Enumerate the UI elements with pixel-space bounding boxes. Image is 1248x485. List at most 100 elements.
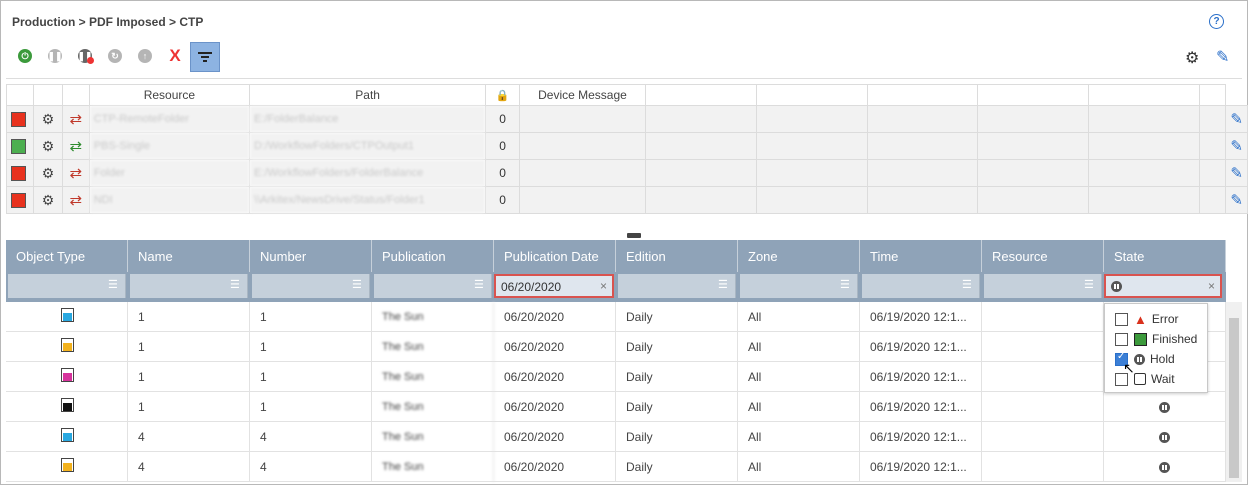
filter-icon[interactable]: ☰ bbox=[1084, 278, 1095, 291]
col-zone[interactable]: Zone bbox=[738, 240, 860, 272]
filter-icon[interactable]: ☰ bbox=[962, 278, 973, 291]
col-name[interactable]: Name bbox=[128, 240, 250, 272]
filter-publication[interactable]: ☰ bbox=[374, 274, 492, 298]
pause-icon: ❚❚ bbox=[47, 49, 63, 63]
warning-icon: ▲ bbox=[1134, 311, 1147, 327]
swap-arrows-icon[interactable]: ⇄ bbox=[61, 132, 90, 160]
resource-count: 0 bbox=[485, 132, 520, 160]
gear-error-icon[interactable]: ⚙ bbox=[33, 159, 63, 187]
edit-pencil-icon[interactable]: ✎ bbox=[1225, 132, 1248, 160]
plate-icon bbox=[61, 338, 74, 352]
table-row[interactable]: 1 1 The Sun 06/20/2020 Daily All 06/19/2… bbox=[6, 362, 1226, 392]
resource-count: 0 bbox=[485, 186, 520, 214]
col-lock-header: 🔒 bbox=[485, 84, 520, 106]
filter-object-type[interactable]: ☰ bbox=[8, 274, 126, 298]
col-time[interactable]: Time bbox=[860, 240, 982, 272]
filter-icon bbox=[198, 52, 212, 62]
status-square-icon bbox=[11, 111, 26, 127]
resource-count: 0 bbox=[485, 105, 520, 133]
edit-pencil-icon[interactable]: ✎ bbox=[1216, 47, 1229, 67]
filter-zone[interactable]: ☰ bbox=[740, 274, 858, 298]
col-number[interactable]: Number bbox=[250, 240, 372, 272]
filter-resource[interactable]: ☰ bbox=[984, 274, 1102, 298]
swap-arrows-icon[interactable]: ⇄ bbox=[61, 159, 90, 187]
col-publication-date[interactable]: Publication Date bbox=[494, 240, 616, 272]
pause-error-button[interactable]: ❚❚ bbox=[72, 43, 98, 69]
filter-icon[interactable]: ☰ bbox=[840, 278, 851, 291]
filter-button[interactable] bbox=[190, 42, 220, 72]
col-settings bbox=[33, 84, 63, 106]
gear-error-icon[interactable]: ⚙ bbox=[33, 186, 63, 214]
table-row[interactable]: 4 4 The Sun 06/20/2020 Daily All 06/19/2… bbox=[6, 452, 1226, 482]
vertical-scrollbar[interactable] bbox=[1226, 302, 1242, 482]
gear-error-icon[interactable]: ⚙ bbox=[33, 105, 63, 133]
resource-row[interactable]: ⚙ ⇄ NDI \\Arkitex/NewsDrive/Status/Folde… bbox=[5, 186, 1248, 214]
col-state[interactable]: State bbox=[1104, 240, 1226, 272]
filter-number[interactable]: ☰ bbox=[252, 274, 370, 298]
status-square-icon bbox=[11, 138, 26, 154]
pane-splitter[interactable] bbox=[627, 233, 641, 238]
help-icon[interactable]: ? bbox=[1209, 14, 1224, 29]
power-button[interactable]: ⏻ bbox=[12, 43, 38, 69]
grid-header: Object Type Name Number Publication Publ… bbox=[6, 240, 1226, 272]
resource-row[interactable]: ⚙ ⇄ PBS-Single D:/WorkflowFolders/CTPOut… bbox=[5, 132, 1248, 160]
col-object-type[interactable]: Object Type bbox=[6, 240, 128, 272]
resource-count: 0 bbox=[485, 159, 520, 187]
checkbox[interactable] bbox=[1115, 312, 1128, 326]
clear-filter-icon[interactable]: × bbox=[600, 279, 607, 293]
col-swap bbox=[61, 84, 90, 106]
gear-error-icon[interactable]: ⚙ bbox=[33, 132, 63, 160]
edit-pencil-icon[interactable]: ✎ bbox=[1225, 159, 1248, 187]
col-edition[interactable]: Edition bbox=[616, 240, 738, 272]
filter-publication-date[interactable]: 06/20/2020 × bbox=[494, 274, 614, 298]
state-option-error[interactable]: ▲ Error bbox=[1115, 310, 1179, 328]
table-row[interactable]: 1 1 The Sun 06/20/2020 Daily All 06/19/2… bbox=[6, 302, 1226, 332]
hold-icon bbox=[1159, 432, 1170, 444]
plate-icon bbox=[61, 428, 74, 442]
filter-icon[interactable]: ☰ bbox=[230, 278, 241, 291]
col-resource-header: Resource bbox=[88, 84, 251, 106]
finished-icon bbox=[1134, 332, 1147, 346]
checkbox[interactable] bbox=[1115, 332, 1128, 346]
edit-pencil-icon[interactable]: ✎ bbox=[1225, 186, 1248, 214]
state-option-finished[interactable]: Finished bbox=[1115, 330, 1197, 348]
swap-arrows-icon[interactable]: ⇄ bbox=[61, 105, 90, 133]
filter-icon[interactable]: ☰ bbox=[474, 278, 485, 291]
resource-path: \\Arkitex/NewsDrive/Status/Folder1 bbox=[249, 186, 487, 214]
filter-date-value: 06/20/2020 bbox=[501, 280, 562, 294]
filter-edition[interactable]: ☰ bbox=[618, 274, 736, 298]
plate-icon bbox=[61, 458, 74, 472]
filter-icon[interactable]: ☰ bbox=[352, 278, 363, 291]
status-square-icon bbox=[11, 192, 26, 208]
resource-path: E:/FolderBalance bbox=[249, 105, 487, 133]
filter-name[interactable]: ☰ bbox=[130, 274, 248, 298]
scrollbar-thumb[interactable] bbox=[1229, 318, 1239, 478]
filter-state[interactable]: × bbox=[1104, 274, 1222, 298]
pause-button[interactable]: ❚❚ bbox=[42, 43, 68, 69]
divider bbox=[6, 78, 1242, 79]
col-resource[interactable]: Resource bbox=[982, 240, 1104, 272]
filter-icon[interactable]: ☰ bbox=[718, 278, 729, 291]
filter-icon[interactable]: ☰ bbox=[108, 278, 119, 291]
clear-filter-icon[interactable]: × bbox=[1208, 279, 1215, 293]
upload-icon: ↑ bbox=[138, 49, 152, 63]
settings-gears-icon[interactable]: ⚙ bbox=[1185, 48, 1199, 68]
resource-table: Resource Path 🔒 Device Message ⚙ ⇄ CTP-R… bbox=[5, 84, 1248, 214]
upload-button[interactable]: ↑ bbox=[132, 43, 158, 69]
resource-name: CTP-RemoteFolder bbox=[88, 105, 251, 133]
table-row[interactable]: 4 4 The Sun 06/20/2020 Daily All 06/19/2… bbox=[6, 422, 1226, 452]
resource-name: Folder bbox=[88, 159, 251, 187]
breadcrumb: Production > PDF Imposed > CTP bbox=[12, 15, 204, 29]
refresh-button[interactable]: ↻ bbox=[102, 43, 128, 69]
table-row[interactable]: 1 1 The Sun 06/20/2020 Daily All 06/19/2… bbox=[6, 332, 1226, 362]
filter-time[interactable]: ☰ bbox=[862, 274, 980, 298]
edit-pencil-icon[interactable]: ✎ bbox=[1225, 105, 1248, 133]
mouse-cursor-icon: ↖ bbox=[1123, 360, 1135, 376]
resource-row[interactable]: ⚙ ⇄ CTP-RemoteFolder E:/FolderBalance 0 … bbox=[5, 105, 1248, 133]
resource-row[interactable]: ⚙ ⇄ Folder E:/WorkflowFolders/FolderBala… bbox=[5, 159, 1248, 187]
power-icon: ⏻ bbox=[18, 49, 32, 63]
swap-arrows-icon[interactable]: ⇄ bbox=[61, 186, 90, 214]
delete-button[interactable]: X bbox=[162, 43, 188, 69]
table-row[interactable]: 1 1 The Sun 06/20/2020 Daily All 06/19/2… bbox=[6, 392, 1226, 422]
col-publication[interactable]: Publication bbox=[372, 240, 494, 272]
